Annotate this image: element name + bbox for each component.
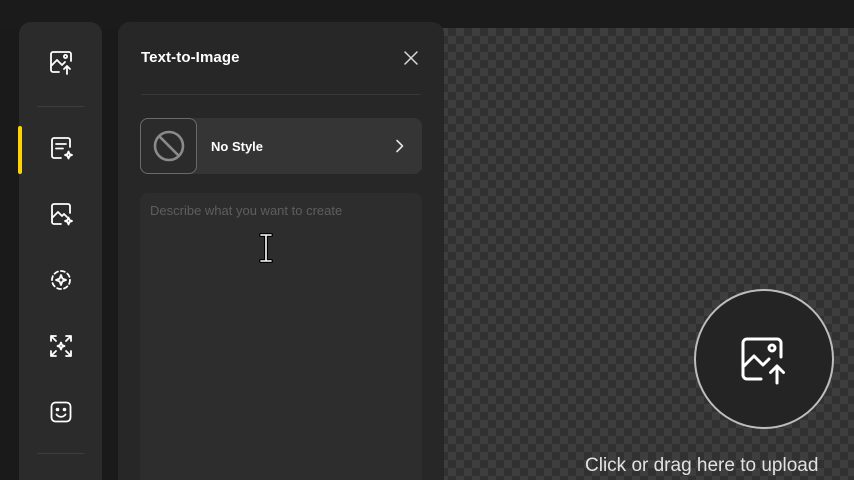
sidebar-item-upload-image[interactable]: [41, 42, 81, 82]
sidebar-item-text-to-image[interactable]: [41, 128, 81, 168]
image-upload-icon: [741, 337, 785, 385]
text-to-image-icon: [51, 137, 73, 160]
upload-hint-text[interactable]: Click or drag here to upload: [585, 455, 818, 477]
sidebar-active-indicator: [18, 126, 22, 174]
face-icon: [50, 401, 72, 423]
panel-title: Text-to-Image: [141, 49, 240, 66]
sidebar-item-enhance[interactable]: [41, 260, 81, 300]
style-label: No Style: [211, 139, 264, 154]
chevron-right-icon: [396, 139, 404, 153]
sparkle-circle-icon: [51, 270, 71, 290]
image-upload-icon: [50, 51, 72, 75]
sidebar-item-face[interactable]: [41, 392, 81, 432]
expand-sparkle-icon: [50, 335, 72, 357]
prompt-input[interactable]: [140, 193, 422, 480]
sidebar-divider: [37, 453, 84, 454]
panel-divider: [141, 94, 420, 95]
no-style-icon: [153, 130, 184, 162]
upload-button[interactable]: [694, 289, 834, 429]
app-window: Text-to-Image No Style Describe what you…: [0, 0, 854, 480]
sidebar-item-expand[interactable]: [41, 326, 81, 366]
text-to-image-panel: Text-to-Image No Style: [118, 22, 444, 480]
style-thumbnail: [140, 118, 197, 174]
image-to-image-icon: [51, 203, 73, 226]
sidebar-divider: [37, 106, 84, 107]
style-selector[interactable]: No Style: [140, 118, 422, 174]
close-button[interactable]: [401, 48, 421, 68]
text-cursor-icon: [259, 233, 273, 263]
tool-sidebar: [18, 22, 102, 480]
sidebar-item-image-to-image[interactable]: [41, 194, 81, 234]
close-icon: [404, 51, 418, 65]
